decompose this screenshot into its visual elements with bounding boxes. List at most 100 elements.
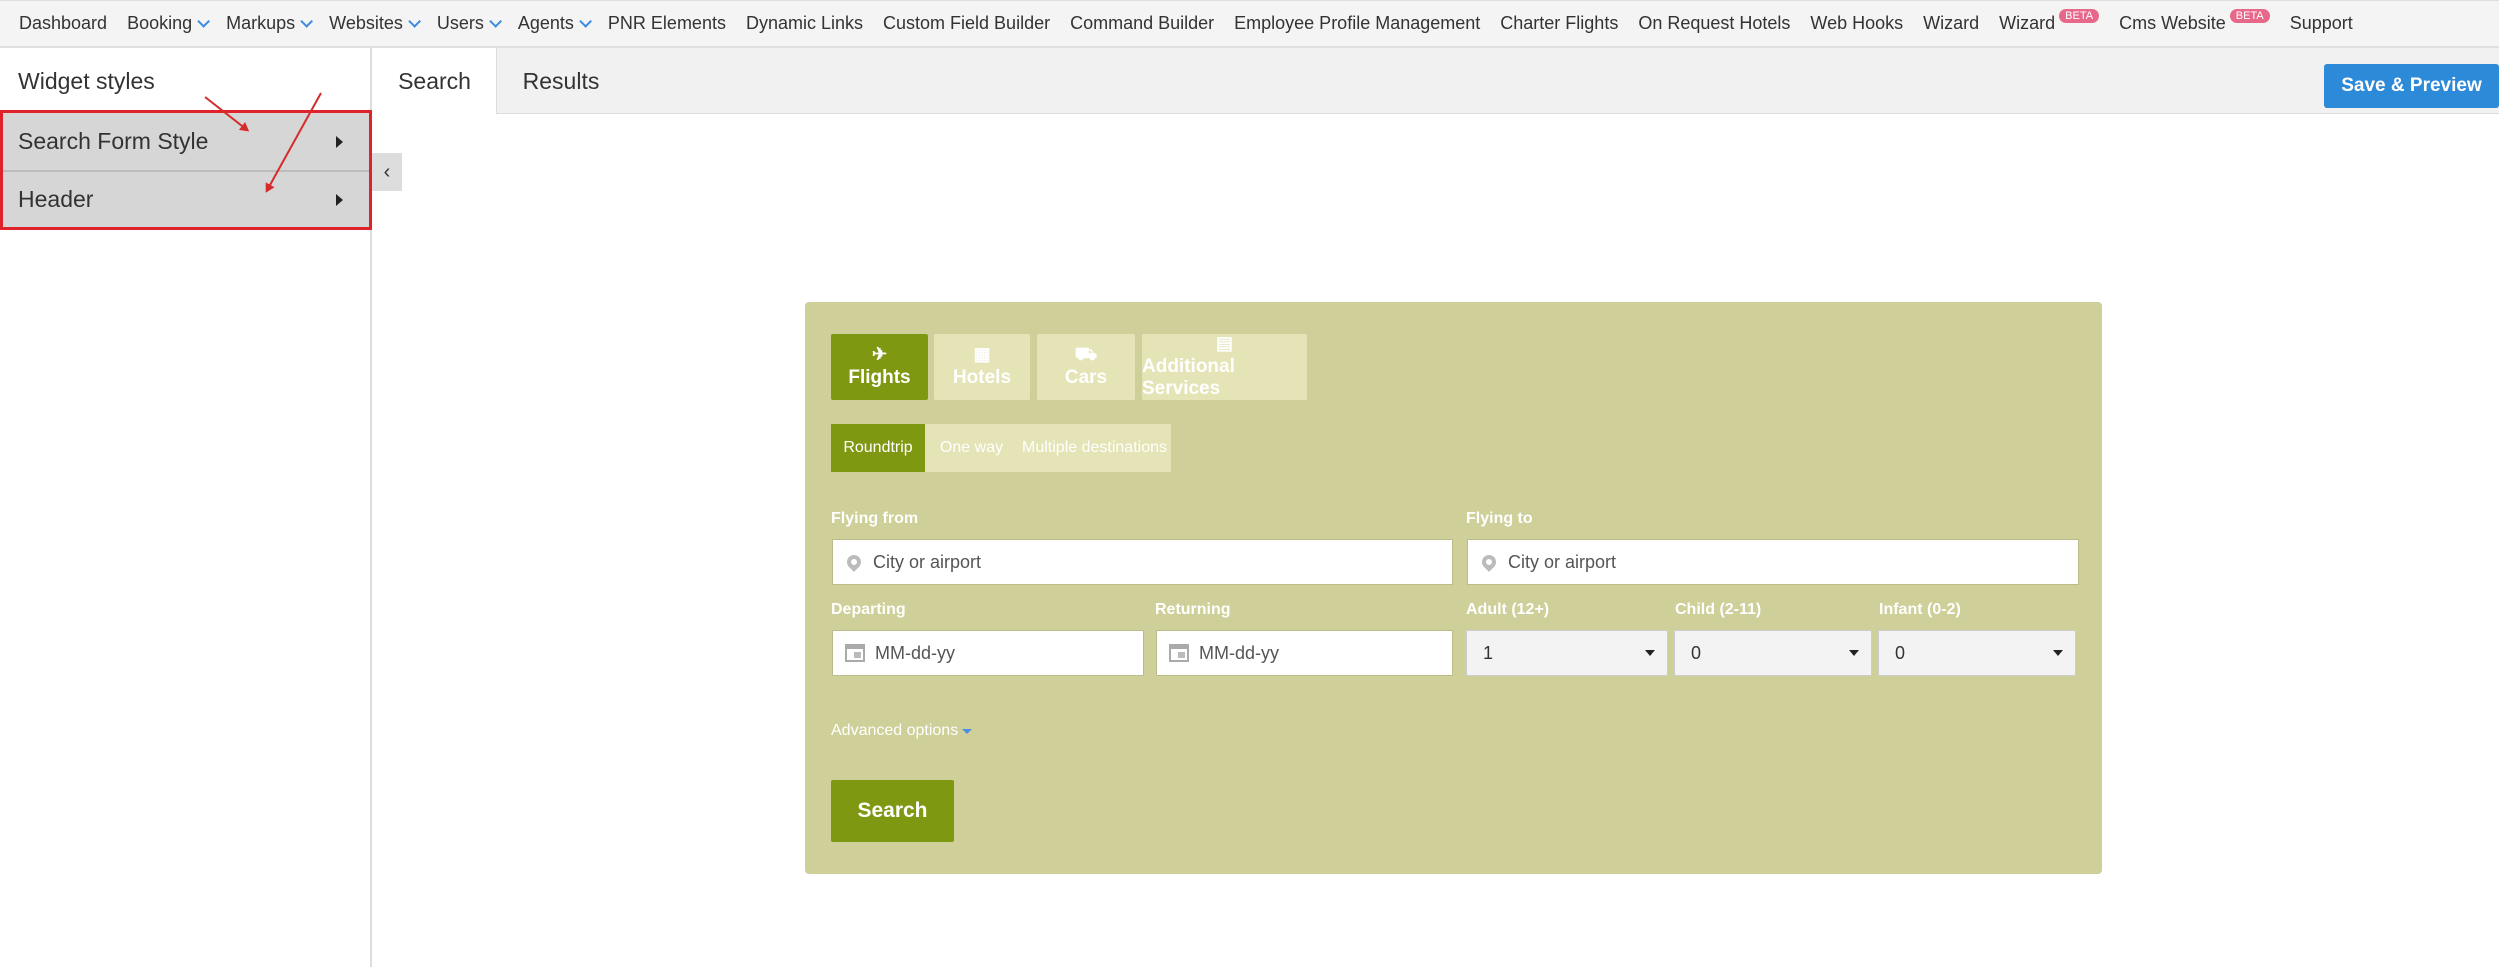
trip-type-roundtrip[interactable]: Roundtrip xyxy=(831,424,925,472)
car-icon: ⛟ xyxy=(1074,344,1098,364)
nav-web-hooks[interactable]: Web Hooks xyxy=(1810,13,1903,34)
nav-dynamic-links[interactable]: Dynamic Links xyxy=(746,13,863,34)
advanced-options-link[interactable]: Advanced options xyxy=(831,722,973,740)
caret-down-icon xyxy=(1645,650,1655,656)
nav-label: Websites xyxy=(329,13,403,33)
nav-websites[interactable]: Websites xyxy=(329,13,421,34)
top-navigation: Dashboard Booking Markups Websites Users… xyxy=(0,0,2499,48)
sidebar-item-search-form-style[interactable]: Search Form Style xyxy=(3,113,369,170)
nav-label: Support xyxy=(2289,13,2353,33)
location-pin-icon xyxy=(844,552,864,572)
product-tab-label: Flights xyxy=(848,367,911,388)
sidebar-title: Widget styles xyxy=(18,68,155,94)
search-widget-preview: ✈ Flights ▦ Hotels ⛟ Cars ▤ Additional S… xyxy=(805,302,2102,874)
child-label: Child (2-11) xyxy=(1675,601,1762,618)
infant-label: Infant (0-2) xyxy=(1879,601,1961,618)
nav-wizard-beta[interactable]: Wizard BETA xyxy=(1999,8,2100,34)
nav-cms-website[interactable]: Cms Website BETA xyxy=(2119,8,2270,34)
infant-select[interactable]: 0 xyxy=(1878,630,2076,676)
list-icon: ▤ xyxy=(1215,333,1233,353)
nav-agents[interactable]: Agents xyxy=(517,13,592,34)
nav-custom-field-builder[interactable]: Custom Field Builder xyxy=(883,13,1050,34)
product-tab-label: Additional Services xyxy=(1142,356,1235,399)
nav-charter-flights[interactable]: Charter Flights xyxy=(1500,13,1618,34)
returning-placeholder: MM-dd-yy xyxy=(1199,642,1279,663)
location-pin-icon xyxy=(1479,552,1499,572)
nav-users[interactable]: Users xyxy=(436,13,502,34)
trip-type-one-way[interactable]: One way xyxy=(925,424,1018,472)
product-tab-label: Cars xyxy=(1064,367,1108,388)
departing-placeholder: MM-dd-yy xyxy=(875,642,955,663)
child-select[interactable]: 0 xyxy=(1674,630,1872,676)
nav-label: Command Builder xyxy=(1070,13,1215,33)
chevron-down-icon xyxy=(300,15,314,28)
nav-label: Wizard xyxy=(1923,13,1980,33)
nav-label: Employee Profile Management xyxy=(1234,13,1481,33)
caret-down-icon xyxy=(962,728,973,734)
calendar-icon xyxy=(1169,644,1189,662)
chevron-down-icon xyxy=(489,15,502,28)
tab-label: Search xyxy=(398,67,471,94)
returning-date-input[interactable]: MM-dd-yy xyxy=(1156,630,1453,676)
style-section-list: Search Form Style Header xyxy=(0,110,372,230)
nav-label: Dashboard xyxy=(19,13,108,33)
nav-label: Booking xyxy=(127,13,193,33)
nav-dashboard[interactable]: Dashboard xyxy=(19,13,107,34)
nav-label: Web Hooks xyxy=(1810,13,1904,33)
flying-to-placeholder: City or airport xyxy=(1508,551,1617,572)
advanced-options-label: Advanced options xyxy=(831,722,959,739)
search-button[interactable]: Search xyxy=(831,780,954,842)
nav-label: Agents xyxy=(517,13,574,33)
caret-down-icon xyxy=(2053,650,2063,656)
nav-pnr-elements[interactable]: PNR Elements xyxy=(608,13,726,34)
chevron-left-icon: ‹ xyxy=(383,160,391,183)
nav-label: Users xyxy=(436,13,484,33)
chevron-down-icon xyxy=(197,15,211,28)
product-tab-flights[interactable]: ✈ Flights xyxy=(831,334,928,400)
product-tab-additional-services[interactable]: ▤ Additional Services xyxy=(1142,334,1307,400)
tab-search[interactable]: Search xyxy=(373,48,497,114)
editor-tab-bar: Search Results xyxy=(373,48,2499,114)
sidebar-item-label: Search Form Style xyxy=(18,128,209,154)
departing-label: Departing xyxy=(831,601,906,618)
tab-label: Results xyxy=(522,67,600,94)
chevron-down-icon xyxy=(579,15,592,28)
beta-badge: BETA xyxy=(2229,8,2270,23)
caret-right-icon xyxy=(336,193,343,206)
nav-employee-profile-management[interactable]: Employee Profile Management xyxy=(1234,13,1480,34)
chevron-down-icon xyxy=(408,15,421,28)
beta-badge: BETA xyxy=(2059,8,2100,23)
departing-date-input[interactable]: MM-dd-yy xyxy=(832,630,1144,676)
tab-results[interactable]: Results xyxy=(497,48,625,114)
product-tab-cars[interactable]: ⛟ Cars xyxy=(1037,334,1135,400)
product-tab-label: Hotels xyxy=(952,367,1012,388)
nav-label: Custom Field Builder xyxy=(883,13,1051,33)
nav-command-builder[interactable]: Command Builder xyxy=(1070,13,1214,34)
calendar-icon xyxy=(845,644,865,662)
nav-wizard[interactable]: Wizard xyxy=(1923,13,1979,34)
nav-label: Wizard xyxy=(1999,13,2056,33)
sidebar-item-label: Header xyxy=(18,186,94,212)
flying-to-input[interactable]: City or airport xyxy=(1467,539,2079,585)
nav-on-request-hotels[interactable]: On Request Hotels xyxy=(1638,13,1790,34)
infant-value: 0 xyxy=(1895,642,1906,663)
trip-type-multiple-destinations[interactable]: Multiple destinations xyxy=(1018,424,1171,472)
caret-right-icon xyxy=(336,135,343,148)
flying-from-label: Flying from xyxy=(831,510,919,527)
flying-from-input[interactable]: City or airport xyxy=(832,539,1453,585)
collapse-sidebar-button[interactable]: ‹ xyxy=(372,153,402,191)
adult-label: Adult (12+) xyxy=(1466,601,1550,618)
hotel-icon: ▦ xyxy=(973,344,991,364)
adult-select[interactable]: 1 xyxy=(1466,630,1668,676)
caret-down-icon xyxy=(1849,650,1859,656)
product-tab-hotels[interactable]: ▦ Hotels xyxy=(934,334,1030,400)
save-preview-button[interactable]: Save & Preview xyxy=(2324,64,2499,108)
nav-booking[interactable]: Booking xyxy=(127,13,211,34)
nav-support[interactable]: Support xyxy=(2290,13,2353,34)
nav-label: Charter Flights xyxy=(1500,13,1619,33)
flying-to-label: Flying to xyxy=(1466,510,1533,527)
nav-markups[interactable]: Markups xyxy=(226,13,314,34)
sidebar-item-header[interactable]: Header xyxy=(3,170,369,227)
child-value: 0 xyxy=(1691,642,1702,663)
widget-styles-sidebar: Widget styles Search Form Style Header xyxy=(0,48,372,967)
